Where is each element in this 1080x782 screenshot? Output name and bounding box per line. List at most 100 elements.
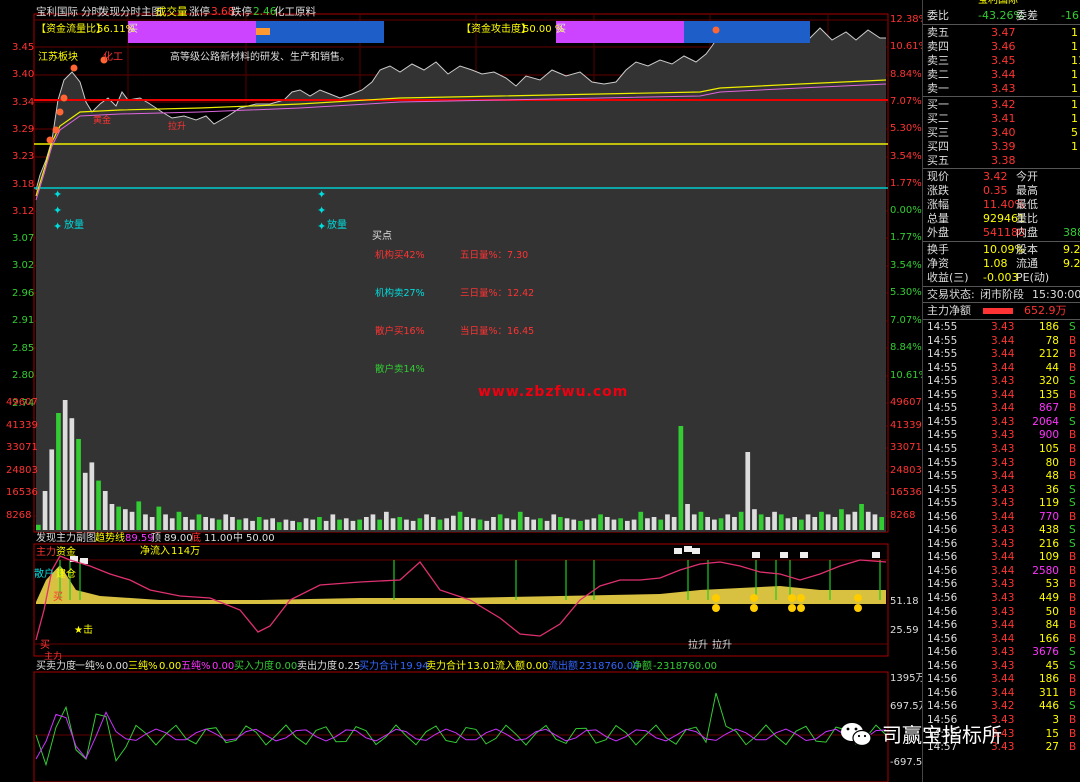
flow-bar-marker <box>256 28 270 35</box>
volume-bar-35 <box>270 518 275 530</box>
tick-price: 3.44 <box>991 673 1015 686</box>
sep-3 <box>923 168 1080 169</box>
tick-side: B <box>1069 429 1077 442</box>
tick-volume: 119 <box>1038 497 1059 510</box>
sub1-pull-2: 拉升 <box>712 640 732 651</box>
tick-row: 14:55 3.44 48 B <box>923 470 1080 484</box>
bid-label: 买二 <box>927 112 949 125</box>
flame-icon-0 <box>46 136 54 144</box>
volume-bar-125 <box>872 514 878 530</box>
ask-label: 卖三 <box>927 54 949 67</box>
tick-row: 14:55 3.44 78 B <box>923 335 1080 349</box>
tick-row: 14:56 3.44 166 B <box>923 633 1080 647</box>
tick-price: 3.44 <box>991 619 1015 632</box>
tick-side: B <box>1069 510 1077 523</box>
volume-bar-62 <box>451 515 456 530</box>
gold-coin-b-0 <box>712 604 720 612</box>
volume-bar-5 <box>69 418 75 530</box>
tick-row: 14:55 3.44 212 B <box>923 348 1080 362</box>
bid-diff-label: 委差 <box>1016 9 1038 22</box>
tick-price: 3.44 <box>991 686 1015 699</box>
volume-bar-26 <box>210 518 215 530</box>
stat2-value-2: 9.2 <box>1063 257 1080 270</box>
volume-bar-60 <box>437 519 443 530</box>
sub1-net-inflow-value: 114万 <box>171 546 201 557</box>
sub1-net-inflow-label: 净流入 <box>140 546 170 557</box>
sub1-white-bar-4 <box>692 548 700 554</box>
volume-bar-15 <box>136 501 142 530</box>
tick-row: 14:56 3.43 438 S <box>923 524 1080 538</box>
volume-tick-right-5: 8268 <box>890 510 916 521</box>
price-tick-left-0: 3.45 <box>12 42 35 53</box>
sub1-scatter-tag: 建仓 <box>56 569 76 580</box>
buy-point: 买点 <box>372 231 392 242</box>
tick-volume: 78 <box>1045 334 1059 347</box>
volume-bar-100 <box>705 517 710 530</box>
volume-bar-88 <box>625 520 630 530</box>
volume-bar-10 <box>102 491 108 530</box>
chart-area[interactable]: ✦ ✦ ✦ ✦ ✦ ✦ 宝利国际 分时 发现分时主图 成交量 涨停 3.68 跌停 2.4… <box>0 0 922 782</box>
tick-row: 14:56 3.44 109 B <box>923 551 1080 565</box>
tick-time: 14:55 <box>927 334 958 347</box>
bid-ratio-label: 委比 <box>927 9 949 22</box>
tick-row: 14:56 3.43 216 S <box>923 538 1080 552</box>
ask-label: 卖五 <box>927 26 949 39</box>
sub2-green-line <box>35 692 887 767</box>
tick-side: B <box>1069 348 1077 361</box>
volume-bar-87 <box>618 518 623 530</box>
three-day-vol: 三日量%：12.42 <box>460 288 535 299</box>
tick-row: 14:56 3.44 84 B <box>923 619 1080 633</box>
tick-side: B <box>1069 402 1077 415</box>
volume-bar-49 <box>364 517 369 530</box>
sub1-buy-tag: 买 <box>53 592 63 603</box>
sub1-mid-value: 50.00 <box>246 533 275 544</box>
volume-bar-8 <box>89 462 95 530</box>
tick-side: S <box>1069 415 1076 428</box>
tick-side: S <box>1069 483 1076 496</box>
sub2-inflow-label: 流入额 <box>495 661 525 672</box>
tick-volume: 186 <box>1038 673 1059 686</box>
volume-bar-75 <box>538 518 543 530</box>
volume-bar-56 <box>410 520 416 530</box>
volume-bar-122 <box>852 511 858 530</box>
indicator-label[interactable]: 发现分时主图 <box>99 6 162 18</box>
stat2-label-2: 流通 <box>1016 257 1038 270</box>
tick-row: 14:55 3.44 44 B <box>923 362 1080 376</box>
tick-row: 14:55 3.43 36 S <box>923 484 1080 498</box>
volume-up-1: 放量 <box>64 220 84 231</box>
today-vol: 当日量%：16.45 <box>460 326 535 337</box>
price-tick-right-0: 12.38% <box>890 14 922 25</box>
tick-time: 14:55 <box>927 470 958 483</box>
sub1-top-label: 顶 <box>151 533 161 544</box>
volume-label: 成交量 <box>156 6 188 18</box>
sub2-axis-top: 1395万 <box>890 673 922 684</box>
volume-bar-34 <box>263 519 269 530</box>
tick-volume: 446 <box>1038 700 1059 713</box>
volume-bar-124 <box>865 511 871 530</box>
flame-icon-4 <box>70 64 78 72</box>
tick-volume: 311 <box>1038 686 1059 699</box>
volume-bar-28 <box>223 514 229 530</box>
volume-bar-50 <box>370 514 376 530</box>
tick-price: 3.43 <box>991 442 1015 455</box>
tick-row: 14:55 3.43 320 S <box>923 375 1080 389</box>
sep-2 <box>923 96 1080 97</box>
sub1-trend-value: 89.59 <box>125 533 154 544</box>
stat2-row: 净资 1.08 流通 9.2 <box>923 257 1080 271</box>
stat2-label: 收益(三) <box>927 271 969 284</box>
sub2-outflow-value: 2318760.00 <box>579 661 640 672</box>
tick-price: 3.44 <box>991 361 1015 374</box>
tick-side: S <box>1069 375 1076 388</box>
sector-tag: 化工 <box>103 52 123 63</box>
tick-row: 14:56 3.43 449 B <box>923 592 1080 606</box>
sep-7 <box>923 319 1080 320</box>
sub2-sell-total-value: 13.01 <box>467 661 496 672</box>
stat-row: 现价 3.42 今开 <box>923 170 1080 184</box>
volume-bar-96 <box>678 426 684 530</box>
inst-sell: 机构卖27% <box>375 288 425 299</box>
tick-volume: 50 <box>1045 605 1059 618</box>
tick-time: 14:55 <box>927 429 958 442</box>
volume-bar-17 <box>149 517 155 530</box>
volume-bar-53 <box>390 518 396 530</box>
volume-tick-right-0: 49607 <box>890 397 922 408</box>
